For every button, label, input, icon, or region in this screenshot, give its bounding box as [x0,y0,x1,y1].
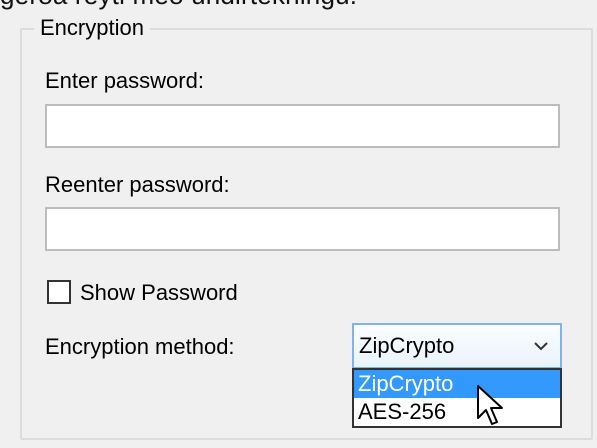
arrow-pointer-icon [477,385,503,425]
show-password-checkbox[interactable] [47,280,71,304]
show-password-label[interactable]: Show Password [80,280,238,306]
reenter-password-field[interactable] [45,207,560,251]
encryption-method-selected-value: ZipCrypto [359,333,455,358]
encryption-method-select[interactable]: ZipCrypto [352,323,562,369]
cropped-header-text: gerða reyti með undirtekningu. [0,0,357,11]
enter-password-field[interactable] [45,104,560,148]
reenter-password-label: Reenter password: [45,172,230,197]
encryption-method-dropdown-list: ZipCrypto AES-256 [352,368,562,428]
option-aes-256[interactable]: AES-256 [354,398,560,426]
encryption-method-label: Encryption method: [45,334,235,359]
encryption-group-title: Encryption [34,15,150,41]
encryption-panel: gerða reyti með undirtekningu. Encryptio… [0,0,597,448]
option-zipcrypto[interactable]: ZipCrypto [354,370,560,398]
enter-password-label: Enter password: [45,68,204,93]
chevron-down-icon[interactable] [522,341,560,351]
